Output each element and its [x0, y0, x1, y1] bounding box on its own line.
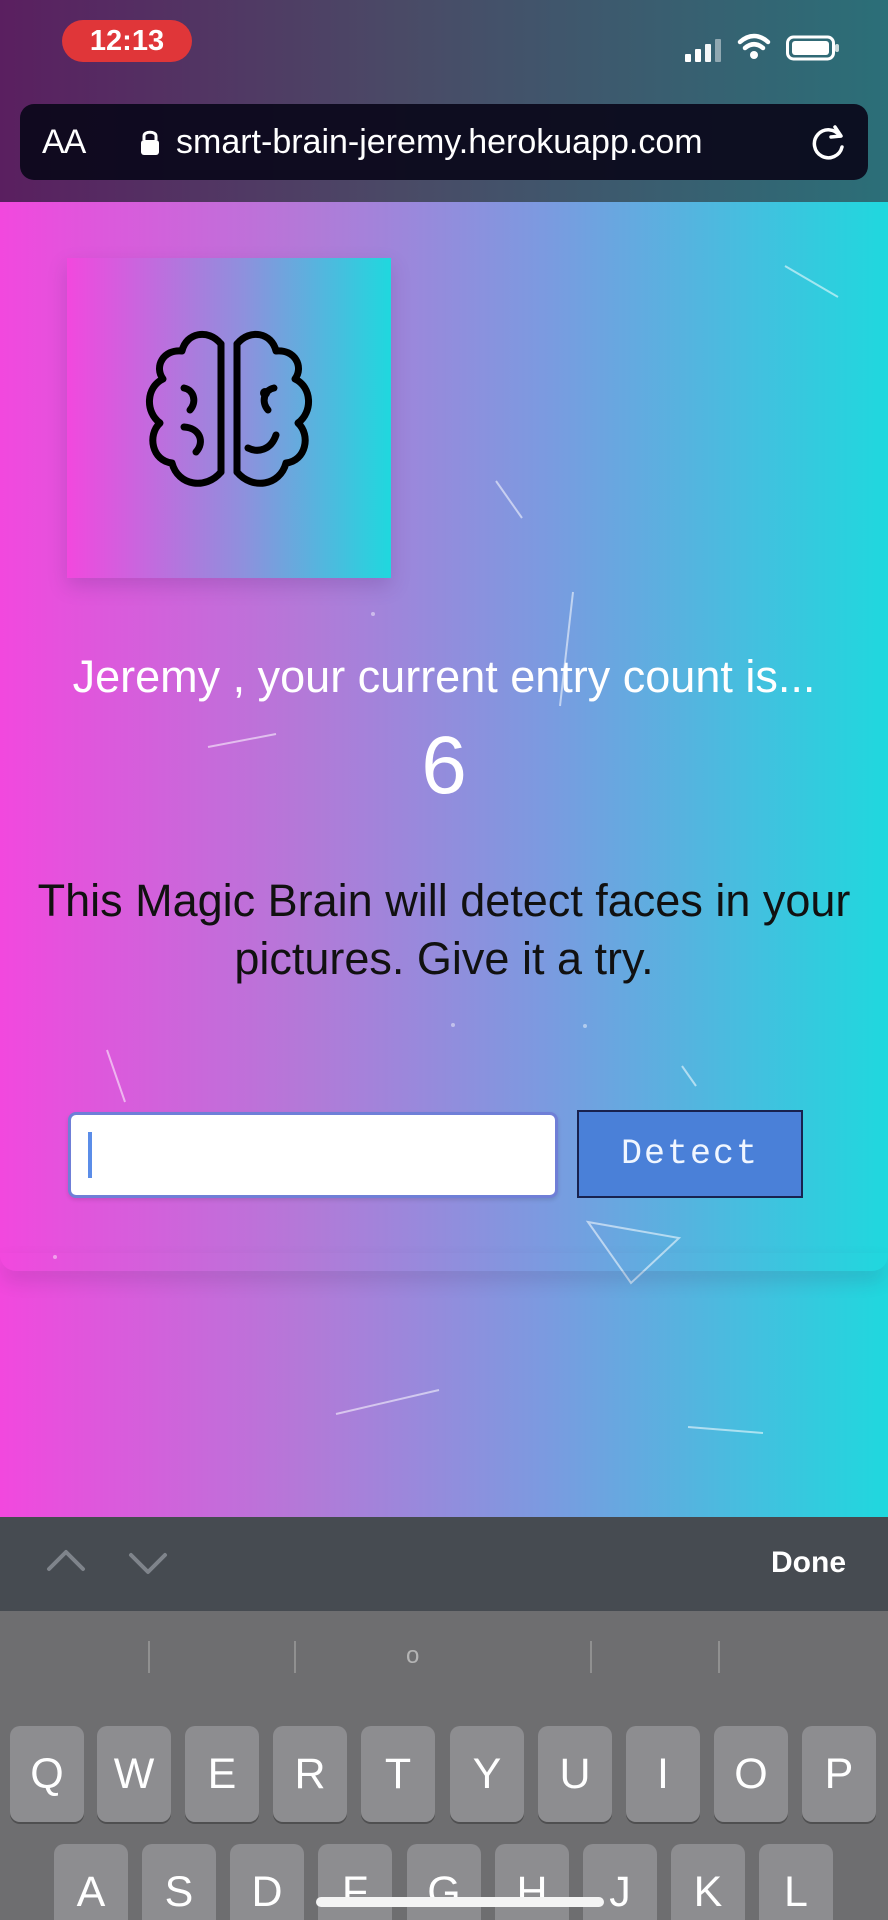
key-r[interactable]: R [273, 1726, 347, 1822]
prediction-divider [718, 1641, 720, 1673]
detect-button[interactable]: Detect [577, 1110, 803, 1198]
signal-icon [685, 39, 721, 62]
key-e[interactable]: E [185, 1726, 259, 1822]
address-bar[interactable]: AA smart-brain-jeremy.herokuapp.com [20, 104, 868, 180]
reload-icon[interactable] [810, 123, 848, 161]
url-text[interactable]: smart-brain-jeremy.herokuapp.com [176, 120, 766, 164]
prediction-divider [148, 1641, 150, 1673]
wifi-icon [737, 33, 771, 59]
content-card-edge [0, 1253, 888, 1271]
prediction-suggestion[interactable]: o [406, 1642, 424, 1669]
key-g[interactable]: G [407, 1844, 481, 1920]
text-size-button[interactable]: AA [42, 122, 104, 162]
key-u[interactable]: U [538, 1726, 612, 1822]
key-k[interactable]: K [671, 1844, 745, 1920]
prediction-divider [590, 1641, 592, 1673]
image-detect-form: Detect [0, 1110, 888, 1202]
key-a[interactable]: A [54, 1844, 128, 1920]
prediction-bar: o [0, 1611, 888, 1709]
done-button[interactable]: Done [746, 1543, 846, 1583]
onscreen-keyboard: o Q W E R T Y U I O P A S D F G H J K L [0, 1611, 888, 1920]
key-f[interactable]: F [318, 1844, 392, 1920]
key-q[interactable]: Q [10, 1726, 84, 1822]
prediction-divider [294, 1641, 296, 1673]
image-url-input[interactable] [68, 1112, 558, 1198]
home-indicator[interactable] [316, 1897, 604, 1907]
entry-count-value: 6 [421, 720, 467, 811]
key-h[interactable]: H [495, 1844, 569, 1920]
lock-icon [141, 130, 159, 155]
entry-count-message: Jeremy , your current entry count is... [72, 651, 816, 702]
battery-icon [786, 35, 839, 61]
brain-logo[interactable] [67, 258, 391, 578]
status-time: 12:13 [62, 20, 192, 62]
status-bar: 12:13 [0, 0, 888, 86]
key-w[interactable]: W [97, 1726, 171, 1822]
brain-icon [146, 330, 312, 487]
key-i[interactable]: I [626, 1726, 700, 1822]
key-j[interactable]: J [583, 1844, 657, 1920]
key-y[interactable]: Y [450, 1726, 524, 1822]
key-l[interactable]: L [759, 1844, 833, 1920]
browser-chrome: 12:13 AA smart-brain-jeremy.herokuapp.co… [0, 0, 888, 202]
intro-text: This Magic Brain will detect faces in yo… [37, 875, 851, 984]
key-p[interactable]: P [802, 1726, 876, 1822]
text-size-label: AA [42, 123, 86, 161]
key-d[interactable]: D [230, 1844, 304, 1920]
key-t[interactable]: T [361, 1726, 435, 1822]
text-cursor [88, 1132, 92, 1178]
chevron-up-icon[interactable] [44, 1547, 88, 1575]
chevron-down-icon[interactable] [126, 1549, 170, 1577]
key-o[interactable]: O [714, 1726, 788, 1822]
key-s[interactable]: S [142, 1844, 216, 1920]
keyboard-toolbar: Done [0, 1517, 888, 1611]
